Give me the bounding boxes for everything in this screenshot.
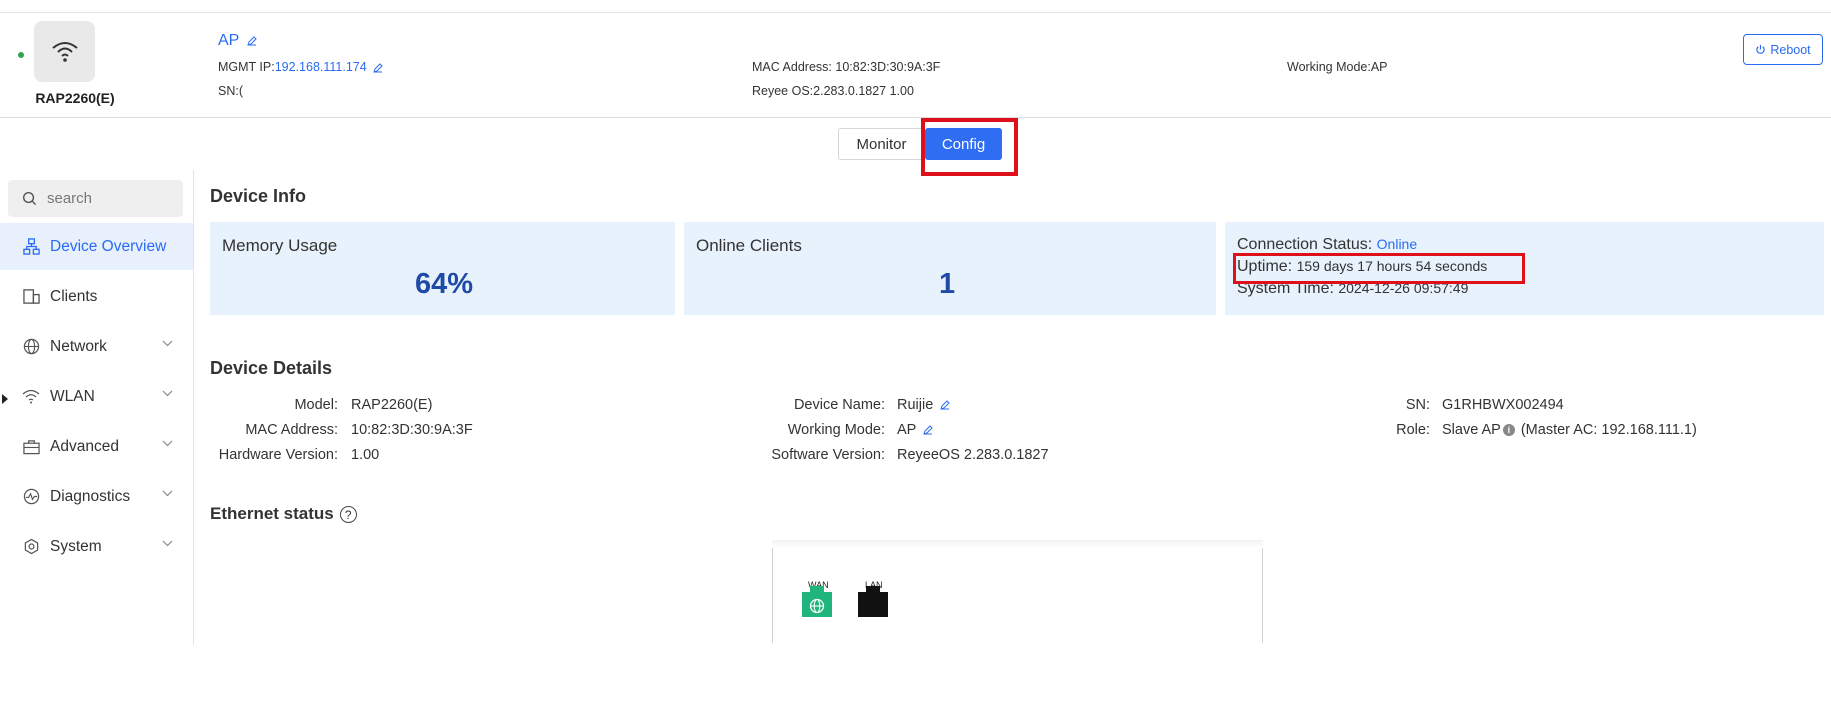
os-version-text: Reyee OS:2.283.0.1827 1.00	[752, 84, 914, 98]
sidebar-item-label: WLAN	[50, 387, 95, 405]
master-ac-text: (Master AC: 192.168.111.1)	[1520, 422, 1697, 438]
sidebar-item-label: System	[50, 537, 102, 555]
sidebar-item-label: Clients	[50, 287, 98, 305]
highlight-box-uptime	[1233, 253, 1525, 284]
sidebar-item-device-overview[interactable]: Device Overview	[0, 223, 193, 270]
device-details-title: Device Details	[210, 358, 333, 378]
memory-usage-card: Memory Usage 64%	[210, 222, 675, 315]
device-port-panel	[772, 540, 1263, 643]
sn-detail-value: G1RHBWX002494	[1442, 397, 1564, 413]
search-input[interactable]: search	[8, 180, 183, 217]
tab-monitor[interactable]: Monitor	[838, 128, 925, 160]
sn-row: SN:(	[218, 84, 243, 98]
memory-usage-value: 64%	[415, 268, 474, 300]
role-label: Role:	[1396, 422, 1430, 438]
device-name-value[interactable]: Ruijie	[897, 397, 933, 413]
sidebar-item-label: Network	[50, 337, 107, 355]
header-divider	[0, 117, 1831, 118]
sn-value: (	[238, 84, 244, 98]
online-clients-card: Online Clients 1	[684, 222, 1216, 315]
mac-value: 10:82:3D:30:9A:3F	[351, 422, 473, 438]
power-icon	[1756, 44, 1766, 54]
chevron-down-icon	[162, 490, 173, 497]
working-mode-text: Working Mode:AP	[1287, 60, 1388, 74]
ethernet-status-title: Ethernet status?	[210, 504, 357, 524]
model-value: RAP2260(E)	[351, 397, 433, 413]
sn-label: SN:	[218, 84, 239, 98]
search-icon	[22, 191, 37, 206]
ethernet-status-label: Ethernet status	[210, 504, 334, 523]
chevron-down-icon	[162, 540, 173, 547]
wan-port[interactable]	[802, 586, 832, 617]
gear-icon	[22, 538, 40, 556]
chevron-down-icon	[162, 390, 173, 397]
edit-pencil-icon[interactable]	[246, 36, 257, 46]
device-alias-text[interactable]: AP	[218, 32, 239, 49]
model-label: Model:	[294, 397, 338, 413]
device-panel-top	[772, 540, 1263, 548]
highlight-box-config	[921, 118, 1018, 176]
software-version-value: ReyeeOS 2.283.0.1827	[897, 447, 1049, 463]
sidebar-item-label: Device Overview	[50, 237, 167, 255]
device-info-title: Device Info	[210, 186, 307, 206]
mgmt-ip-link[interactable]: 192.168.111.174	[275, 60, 367, 74]
sn-detail-label: SN:	[1405, 397, 1430, 413]
hardware-version-value: 1.00	[351, 447, 380, 463]
memory-usage-label: Memory Usage	[222, 236, 338, 255]
sidebar-item-advanced[interactable]: Advanced	[0, 423, 193, 470]
sidebar-item-wlan[interactable]: WLAN	[0, 373, 193, 420]
sidebar-divider	[193, 170, 194, 645]
device-alias-link[interactable]: AP	[218, 32, 257, 50]
sidebar-item-label: Diagnostics	[50, 487, 131, 505]
sidebar-item-diagnostics[interactable]: Diagnostics	[0, 473, 193, 520]
clients-icon	[22, 288, 40, 306]
chevron-down-icon	[162, 440, 173, 447]
connection-status-value: Online	[1376, 236, 1418, 252]
chevron-down-icon	[162, 340, 173, 347]
lan-port[interactable]	[858, 586, 888, 617]
edit-name-pencil-icon[interactable]	[940, 400, 951, 410]
working-mode-label: Working Mode:	[787, 422, 885, 438]
search-placeholder: search	[47, 190, 93, 207]
topology-icon	[22, 238, 40, 256]
top-divider	[0, 12, 1831, 13]
wifi-icon	[22, 388, 40, 406]
online-status-dot	[18, 52, 24, 58]
working-mode-value[interactable]: AP	[897, 422, 916, 438]
edit-mode-pencil-icon[interactable]	[923, 425, 933, 435]
connection-status-row: Connection Status: Online	[1237, 236, 1417, 254]
reboot-button[interactable]: Reboot	[1743, 34, 1823, 65]
edit-ip-pencil-icon[interactable]	[373, 62, 383, 73]
mac-label: MAC Address:	[245, 422, 338, 438]
role-value: Slave AP	[1442, 422, 1501, 438]
pulse-icon	[22, 488, 40, 506]
sidebar-item-system[interactable]: System	[0, 523, 193, 570]
mgmt-ip-label: MGMT IP:	[218, 60, 275, 74]
globe-icon	[22, 338, 40, 356]
mgmt-ip-row: MGMT IP:192.168.111.174	[218, 60, 383, 74]
connection-status-label: Connection Status:	[1237, 236, 1373, 253]
online-clients-value: 1	[939, 268, 956, 300]
software-version-label: Software Version:	[771, 447, 885, 463]
toolbox-icon	[22, 438, 40, 456]
role-row: Slave AP i (Master AC: 192.168.111.1)	[1442, 422, 1697, 438]
globe-icon	[809, 598, 825, 614]
mac-address-text: MAC Address: 10:82:3D:30:9A:3F	[752, 60, 941, 74]
sidebar-item-clients[interactable]: Clients	[0, 273, 193, 320]
sidebar-item-network[interactable]: Network	[0, 323, 193, 370]
reboot-label[interactable]: Reboot	[1770, 43, 1810, 57]
device-name-link[interactable]: Ruijie	[897, 397, 951, 413]
info-icon[interactable]: i	[1502, 424, 1515, 437]
online-clients-label: Online Clients	[696, 236, 802, 255]
hardware-version-label: Hardware Version:	[218, 447, 338, 463]
help-icon[interactable]: ?	[339, 506, 357, 524]
working-mode-link[interactable]: AP	[897, 422, 933, 438]
access-point-icon	[34, 21, 95, 82]
device-model-label: RAP2260(E)	[35, 90, 115, 106]
sidebar-item-label: Advanced	[50, 437, 119, 455]
device-name-label: Device Name:	[793, 397, 885, 413]
